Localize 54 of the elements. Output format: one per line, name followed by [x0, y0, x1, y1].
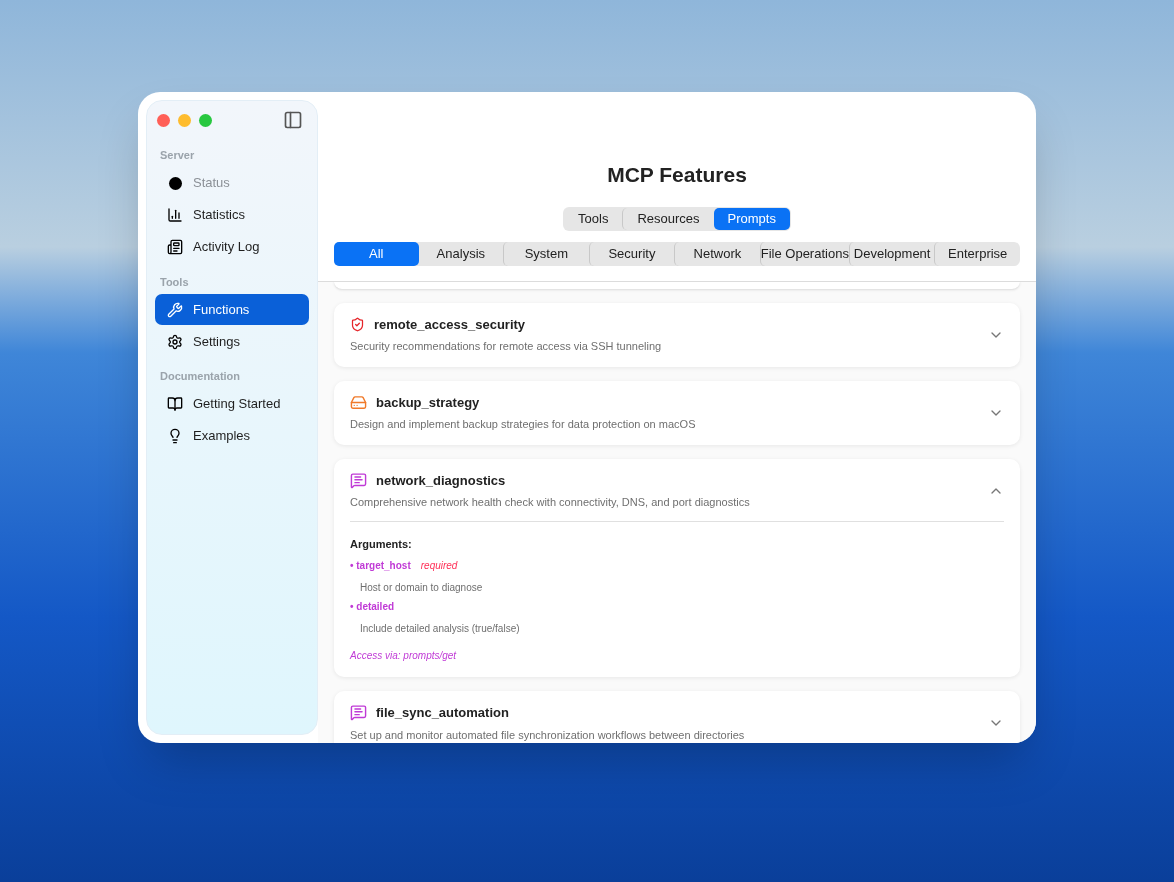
list-icon — [167, 239, 183, 255]
shield-icon — [350, 316, 365, 332]
minimize-window-button[interactable] — [178, 113, 191, 127]
tab[interactable]: Tools — [564, 207, 623, 230]
settings-icon — [167, 333, 183, 350]
lightbulb-icon — [167, 428, 183, 444]
filter-tab[interactable]: Analysis — [418, 241, 504, 266]
tab[interactable]: Resources — [622, 207, 714, 230]
prompt-name: backup_strategy — [376, 393, 480, 412]
prompt-description: Set up and monitor automated file synchronization workflows between directories — [350, 727, 746, 743]
close-window-button[interactable] — [157, 113, 170, 127]
book-icon — [167, 396, 183, 412]
sidebar-toggle-button[interactable] — [283, 110, 303, 130]
prompt-card[interactable]: file_sync_automation Set up and monitor automated file synchronization workflows between directories — [334, 691, 1020, 743]
page-title: MCP Features — [607, 162, 747, 188]
filter-tab[interactable]: System — [503, 241, 589, 266]
zoom-window-button[interactable] — [199, 113, 212, 127]
sidebar-section-title: Documentation — [159, 369, 242, 384]
tab[interactable]: Prompts — [713, 207, 790, 230]
sidebar-section-title: Server — [159, 148, 196, 163]
sidebar-item[interactable]: Activity Log — [155, 231, 309, 263]
filter-tab[interactable]: Security — [588, 241, 675, 266]
prompt-description: Comprehensive network health check with connectivity, DNS, and port diagnostics — [350, 495, 751, 510]
sidebar-section-title: Tools — [159, 274, 190, 290]
sidebar-item[interactable]: Statistics — [155, 199, 309, 231]
prompt-card[interactable]: remote_access_security Security recommendations for remote access via SSH tunneling — [334, 302, 1020, 367]
drive-icon — [350, 393, 367, 411]
filter-tab[interactable]: All — [334, 241, 419, 266]
filter-tab[interactable]: File Operations — [759, 241, 849, 266]
prompt-card[interactable]: backup_strategy Design and implement backup strategies for data protection on macOS — [334, 380, 1020, 445]
argument-name: • target_host — [350, 559, 411, 573]
filter-tab[interactable]: Development — [848, 241, 935, 266]
access-path: Access via: prompts/get — [350, 649, 458, 663]
sidebar-item[interactable]: Getting Started — [155, 388, 309, 420]
filter-tab[interactable]: Network — [674, 241, 760, 266]
prompt-name: network_diagnostics — [376, 471, 506, 490]
sidebar-item[interactable]: Functions — [155, 294, 309, 325]
prompt-description: Design and implement backup strategies for data protection on macOS — [350, 417, 697, 432]
argument-name: • detailed — [350, 600, 395, 614]
prompt-card[interactable] — [334, 458, 1020, 677]
tools-icon — [167, 301, 183, 318]
sidebar-item[interactable]: Examples — [155, 420, 309, 452]
bar-chart-icon — [167, 207, 183, 223]
argument-description: Host or domain to diagnose — [359, 581, 484, 595]
filter-tab[interactable]: Enterprise — [934, 241, 1020, 266]
chat-icon — [350, 471, 367, 489]
prompt-name: remote_access_security — [374, 315, 526, 334]
arguments-heading: Arguments: — [350, 536, 413, 552]
sidebar-item[interactable]: Settings — [155, 326, 309, 357]
argument-description: Include detailed analysis (true/false) — [359, 622, 521, 636]
prompt-name: file_sync_automation — [376, 704, 509, 722]
prompt-description: Security recommendations for remote access via SSH tunneling — [350, 339, 663, 354]
chat-icon — [350, 704, 367, 722]
required-label: required — [420, 559, 458, 573]
